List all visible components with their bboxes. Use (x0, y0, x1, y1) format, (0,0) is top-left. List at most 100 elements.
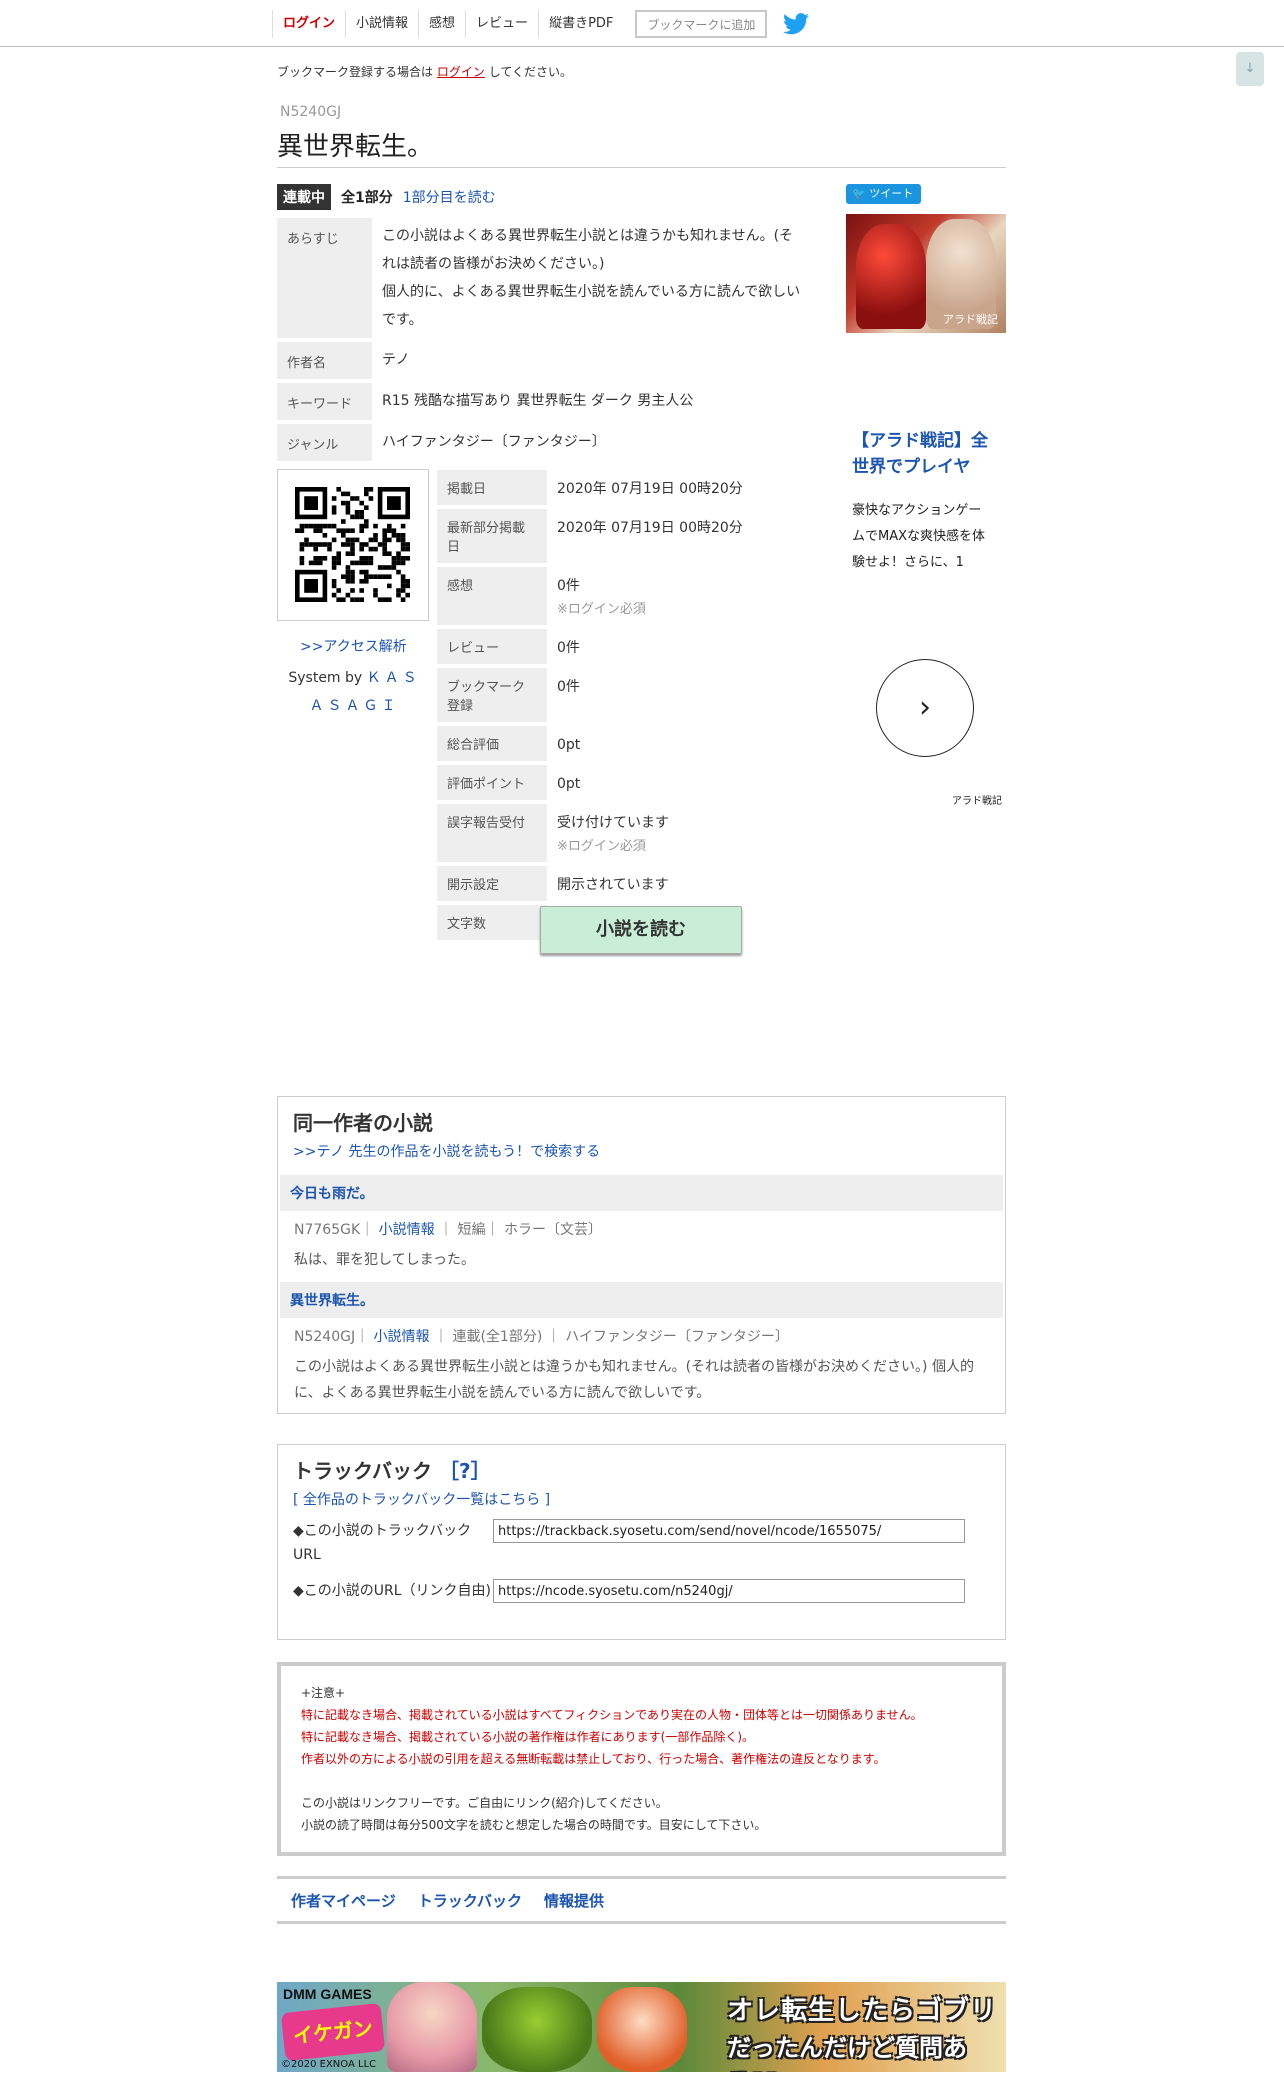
banner-badge: イケガン (280, 2002, 386, 2062)
list-item: 今日も雨だ。 N7765GK｜ 小説情報 ｜ 短編｜ ホラー〔文芸〕 私は、罪を… (280, 1175, 1003, 1281)
read-first-part-link[interactable]: 1部分目を読む (403, 187, 496, 207)
related-novel-meta: N7765GK｜ 小説情報 ｜ 短編｜ ホラー〔文芸〕 (280, 1211, 1003, 1239)
twitter-icon[interactable] (783, 13, 810, 35)
qr-code (277, 469, 429, 621)
related-novel-meta: N5240GJ｜ 小説情報 ｜ 連載(全1部分) ｜ ハイファンタジー〔ファンタ… (280, 1318, 1003, 1346)
reviews-count: 0件 (557, 640, 580, 656)
banner-brand: DMM GAMES (283, 1986, 372, 2002)
author-name[interactable]: テノ (372, 342, 817, 379)
banner-character-redhead (597, 1987, 687, 2072)
published-date: 2020年 07月19日 00時20分 (557, 481, 743, 497)
banner-character-girl (387, 1982, 477, 2072)
notice-reading-time: 小説の読了時間は毎分500文字を読むと想定した場合の時間です。目安にして下さい。 (301, 1818, 767, 1832)
related-novel-type: ｜ 連載(全1部分) ｜ ハイファンタジー〔ファンタジー〕 (434, 1329, 789, 1345)
synopsis: この小説はよくある異世界転生小説とは違うかも知れません。(それは読者の皆様がお決… (372, 218, 817, 338)
ad-next-arrow-icon[interactable]: › (876, 659, 974, 757)
stats-row: 最新部分掲載日 2020年 07月19日 00時20分 (437, 509, 817, 563)
trackback-url-field[interactable] (493, 1519, 965, 1543)
same-author-title: 同一作者の小説 (293, 1111, 433, 1135)
bookmark-notice-login-link[interactable]: ログイン (437, 65, 485, 79)
trackback-url-label: ◆この小説のトラックバックURL (293, 1523, 472, 1563)
related-novel-info-link[interactable]: 小説情報 (374, 1329, 430, 1345)
add-bookmark-button[interactable]: ブックマークに追加 (635, 10, 768, 38)
novel-url-field[interactable] (493, 1579, 965, 1603)
notice-spacer (301, 1770, 982, 1792)
author-label: 作者名 (277, 342, 372, 379)
nav-login[interactable]: ログイン (272, 10, 345, 38)
notice-fiction: 特に記載なき場合、掲載されている小説はすべてフィクションであり実在の人物・団体等… (301, 1708, 923, 1722)
top-nav-bar: ログイン 小説情報 感想 レビュー 縦書きPDF ブックマークに追加 (0, 0, 1284, 47)
banner-copy-line-2: だったんだけど質問ある?? (727, 2034, 967, 2072)
author-search-link[interactable]: >>テノ 先生の作品を小説を読もう！で検索する (293, 1141, 600, 1161)
nav-impressions[interactable]: 感想 (418, 10, 465, 38)
ad-body-text: 豪快なアクションゲームでMAXな爽快感を体験せよ！さらに、1 (852, 503, 986, 570)
keywords: R15 残酷な描写あり 異世界転生 ダーク 男主人公 (382, 393, 694, 409)
system-by: System by ＫＡＳＡＳＡＧＩ (282, 664, 427, 720)
nav-novel-info[interactable]: 小説情報 (345, 10, 418, 38)
ad-image[interactable]: アラド戦記 (846, 214, 1006, 333)
nav-vertical-pdf[interactable]: 縦書きPDF (538, 10, 623, 38)
related-novel-summary: 私は、罪を犯してしまった。 (294, 1252, 476, 1268)
trackback-help-link[interactable]: ［?］ (439, 1459, 491, 1483)
total-eval-label: 総合評価 (437, 726, 547, 761)
related-novel-ncode: N5240GJ｜ (294, 1329, 370, 1345)
novel-info-table: あらすじ この小説はよくある異世界転生小説とは違うかも知れません。(それは読者の… (277, 214, 817, 465)
qr-code-image (295, 487, 410, 602)
bottom-ad-banner[interactable]: DMM GAMES イケガン オレ転生したらゴブリン だったんだけど質問ある??… (277, 1982, 1006, 2072)
novel-code: N5240GJ (280, 104, 342, 120)
related-novel-title[interactable]: 異世界転生。 (280, 1282, 1003, 1318)
notice-heading: +注意+ (301, 1686, 346, 1700)
stats-row: 評価ポイント 0pt (437, 765, 817, 800)
trackback-title: トラックバック ［?］ (293, 1455, 491, 1484)
stats-row: 総合評価 0pt (437, 726, 817, 761)
stats-row: 感想 0件 ※ログイン必須 (437, 567, 817, 625)
related-novel-summary: この小説はよくある異世界転生小説とは違うかも知れません。(それは読者の皆様がお決… (294, 1359, 974, 1401)
tweet-button[interactable]: 🐦 ツイート (846, 184, 921, 204)
published-label: 掲載日 (437, 470, 547, 505)
synopsis-line-2: 個人的に、よくある異世界転生小説を読んでいる方に読んで欲しいです。 (382, 284, 801, 328)
report-info-link[interactable]: 情報提供 (544, 1890, 604, 1911)
typo-report-status: 受け付けています (557, 815, 669, 831)
ad-sponsor: アラド戦記 (952, 796, 1002, 807)
ad-image-logo: アラド戦記 (943, 313, 998, 326)
bookmarks-label: ブックマーク登録 (437, 668, 547, 722)
footer-links: 作者マイページ トラックバック 情報提供 (277, 1876, 1006, 1924)
novel-title: 異世界転生。 (277, 132, 434, 162)
trackback-title-text: トラックバック (293, 1459, 432, 1483)
read-novel-button[interactable]: 小説を読む (540, 906, 742, 954)
bookmark-login-notice: ブックマーク登録する場合は ログイン してください。 (277, 63, 572, 80)
stats-row: 掲載日 2020年 07月19日 00時20分 (437, 470, 817, 505)
stats-row: ブックマーク登録 0件 (437, 668, 817, 722)
impressions-count: 0件 (557, 578, 580, 594)
author-mypage-link[interactable]: 作者マイページ (291, 1890, 396, 1911)
keyword-label: キーワード (277, 383, 372, 420)
char-count-label: 文字数 (437, 905, 547, 940)
status-row: 連載中 全1部分 1部分目を読む (277, 184, 496, 210)
latest-date: 2020年 07月19日 00時20分 (557, 520, 743, 536)
trackback-link[interactable]: トラックバック (418, 1890, 522, 1911)
banner-character-goblin (482, 1987, 592, 2072)
ad-headline[interactable]: 【アラド戦記】全世界でプレイヤ (852, 428, 992, 480)
nav-review[interactable]: レビュー (465, 10, 538, 38)
genre-row: ジャンル ハイファンタジー〔ファンタジー〕 (277, 424, 817, 461)
impressions-cell: 0件 ※ログイン必須 (547, 567, 817, 625)
top-nav: ログイン 小説情報 感想 レビュー 縦書きPDF ブックマークに追加 (272, 10, 810, 38)
bookmarks-count: 0件 (557, 679, 580, 695)
latest-label: 最新部分掲載日 (437, 509, 547, 563)
ad-character-red (856, 224, 926, 329)
system-by-label: System by (288, 670, 363, 686)
notice-box: +注意+ 特に記載なき場合、掲載されている小説はすべてフィクションであり実在の人… (277, 1662, 1006, 1856)
access-analysis-link[interactable]: >>アクセス解析 (300, 636, 407, 656)
all-trackbacks-link[interactable]: [ 全作品のトラックバック一覧はこちら ] (293, 1489, 550, 1509)
scroll-down-button[interactable]: ↓ (1236, 52, 1264, 86)
eval-points: 0pt (557, 776, 581, 792)
banner-copyright: ©2020 EXNOA LLC (281, 2059, 377, 2070)
related-novel-type: ｜ 短編｜ ホラー〔文芸〕 (439, 1222, 602, 1238)
keyword-row: キーワード R15 残酷な描写あり 異世界転生 ダーク 男主人公 (277, 383, 817, 420)
related-novel-title[interactable]: 今日も雨だ。 (280, 1175, 1003, 1211)
synopsis-line-1: この小説はよくある異世界転生小説とは違うかも知れません。(それは読者の皆様がお決… (382, 228, 794, 272)
typo-report-label: 誤字報告受付 (437, 804, 547, 862)
related-novel-ncode: N7765GK｜ (294, 1222, 375, 1238)
total-parts: 全1部分 (341, 190, 393, 206)
related-novel-info-link[interactable]: 小説情報 (379, 1222, 435, 1238)
